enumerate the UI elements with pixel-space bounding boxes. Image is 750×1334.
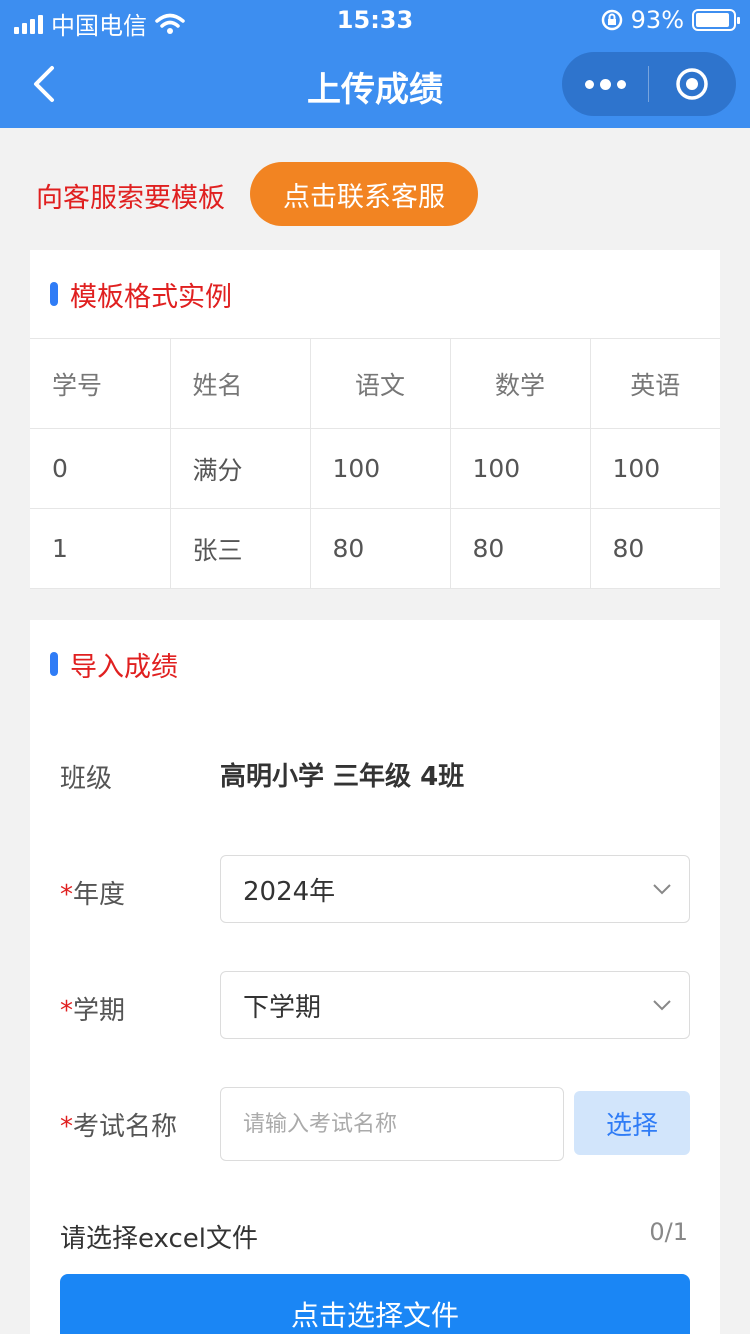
import-scores-card: 导入成绩 班级 高明小学 三年级 4班 *年度 2024年 *学期 下学期 *考… [30, 620, 720, 1334]
class-value: 高明小学 三年级 4班 [220, 762, 465, 792]
table-cell: 80 [309, 508, 451, 589]
term-label: *学期 [60, 990, 125, 1027]
year-select[interactable]: 2024年 [220, 855, 690, 923]
battery-percent: 93% [630, 6, 684, 34]
header-cell: 姓名 [169, 338, 311, 429]
template-request-text: 向客服索要模板 [36, 183, 225, 214]
import-card-header: 导入成绩 [30, 620, 720, 708]
table-row: 0 满分 100 100 100 [30, 428, 720, 509]
chevron-down-icon [653, 1000, 671, 1011]
required-mark: * [60, 1112, 73, 1142]
template-card-header: 模板格式实例 [30, 250, 720, 338]
year-label-text: 年度 [73, 880, 126, 910]
table-row: 1 张三 80 80 80 [30, 508, 720, 589]
top-bar: 中国电信 15:33 93% 上传成绩 [0, 0, 750, 128]
import-section-title: 导入成绩 [70, 651, 178, 683]
contact-service-button[interactable]: 点击联系客服 [250, 162, 478, 226]
table-cell: 100 [449, 428, 591, 509]
table-header-row: 学号 姓名 语文 数学 英语 [30, 338, 720, 429]
table-cell: 100 [589, 428, 720, 509]
table-cell: 100 [309, 428, 451, 509]
chevron-down-icon [653, 884, 671, 895]
status-right: 93% [601, 6, 740, 34]
mini-program-capsule [562, 52, 736, 116]
term-select[interactable]: 下学期 [220, 971, 690, 1039]
required-mark: * [60, 880, 73, 910]
choose-file-button[interactable]: 点击选择文件 [60, 1274, 690, 1334]
header-cell: 英语 [589, 338, 720, 429]
select-exam-button[interactable]: 选择 [574, 1091, 690, 1155]
header-cell: 语文 [309, 338, 451, 429]
exam-name-label-text: 考试名称 [73, 1112, 178, 1142]
file-count: 0/1 [649, 1218, 688, 1246]
template-section-title: 模板格式实例 [70, 281, 232, 313]
status-bar: 中国电信 15:33 93% [0, 0, 750, 40]
year-label: *年度 [60, 874, 125, 911]
table-cell: 满分 [169, 428, 311, 509]
battery-fill [696, 13, 730, 27]
table-cell: 1 [30, 508, 171, 589]
rotation-lock-icon [601, 9, 622, 31]
section-marker [50, 282, 58, 306]
excel-file-label: 请选择excel文件 [60, 1224, 258, 1254]
section-marker [50, 652, 58, 676]
year-select-value: 2024年 [243, 876, 336, 907]
close-target-icon[interactable] [649, 52, 735, 116]
battery-icon [692, 9, 740, 31]
term-label-text: 学期 [73, 996, 126, 1026]
more-icon[interactable] [562, 52, 648, 116]
template-table: 学号 姓名 语文 数学 英语 0 满分 100 100 100 1 张三 80 … [30, 338, 720, 589]
term-select-value: 下学期 [243, 992, 322, 1023]
table-cell: 80 [449, 508, 591, 589]
class-label: 班级 [60, 764, 113, 794]
table-cell: 80 [589, 508, 720, 589]
exam-name-label: *考试名称 [60, 1106, 177, 1143]
required-mark: * [60, 996, 73, 1026]
header-cell: 学号 [30, 338, 171, 429]
template-example-card: 模板格式实例 学号 姓名 语文 数学 英语 0 满分 100 100 100 1… [30, 250, 720, 589]
header-cell: 数学 [449, 338, 591, 429]
table-cell: 0 [30, 428, 171, 509]
exam-name-input[interactable] [220, 1087, 564, 1161]
table-cell: 张三 [169, 508, 311, 589]
